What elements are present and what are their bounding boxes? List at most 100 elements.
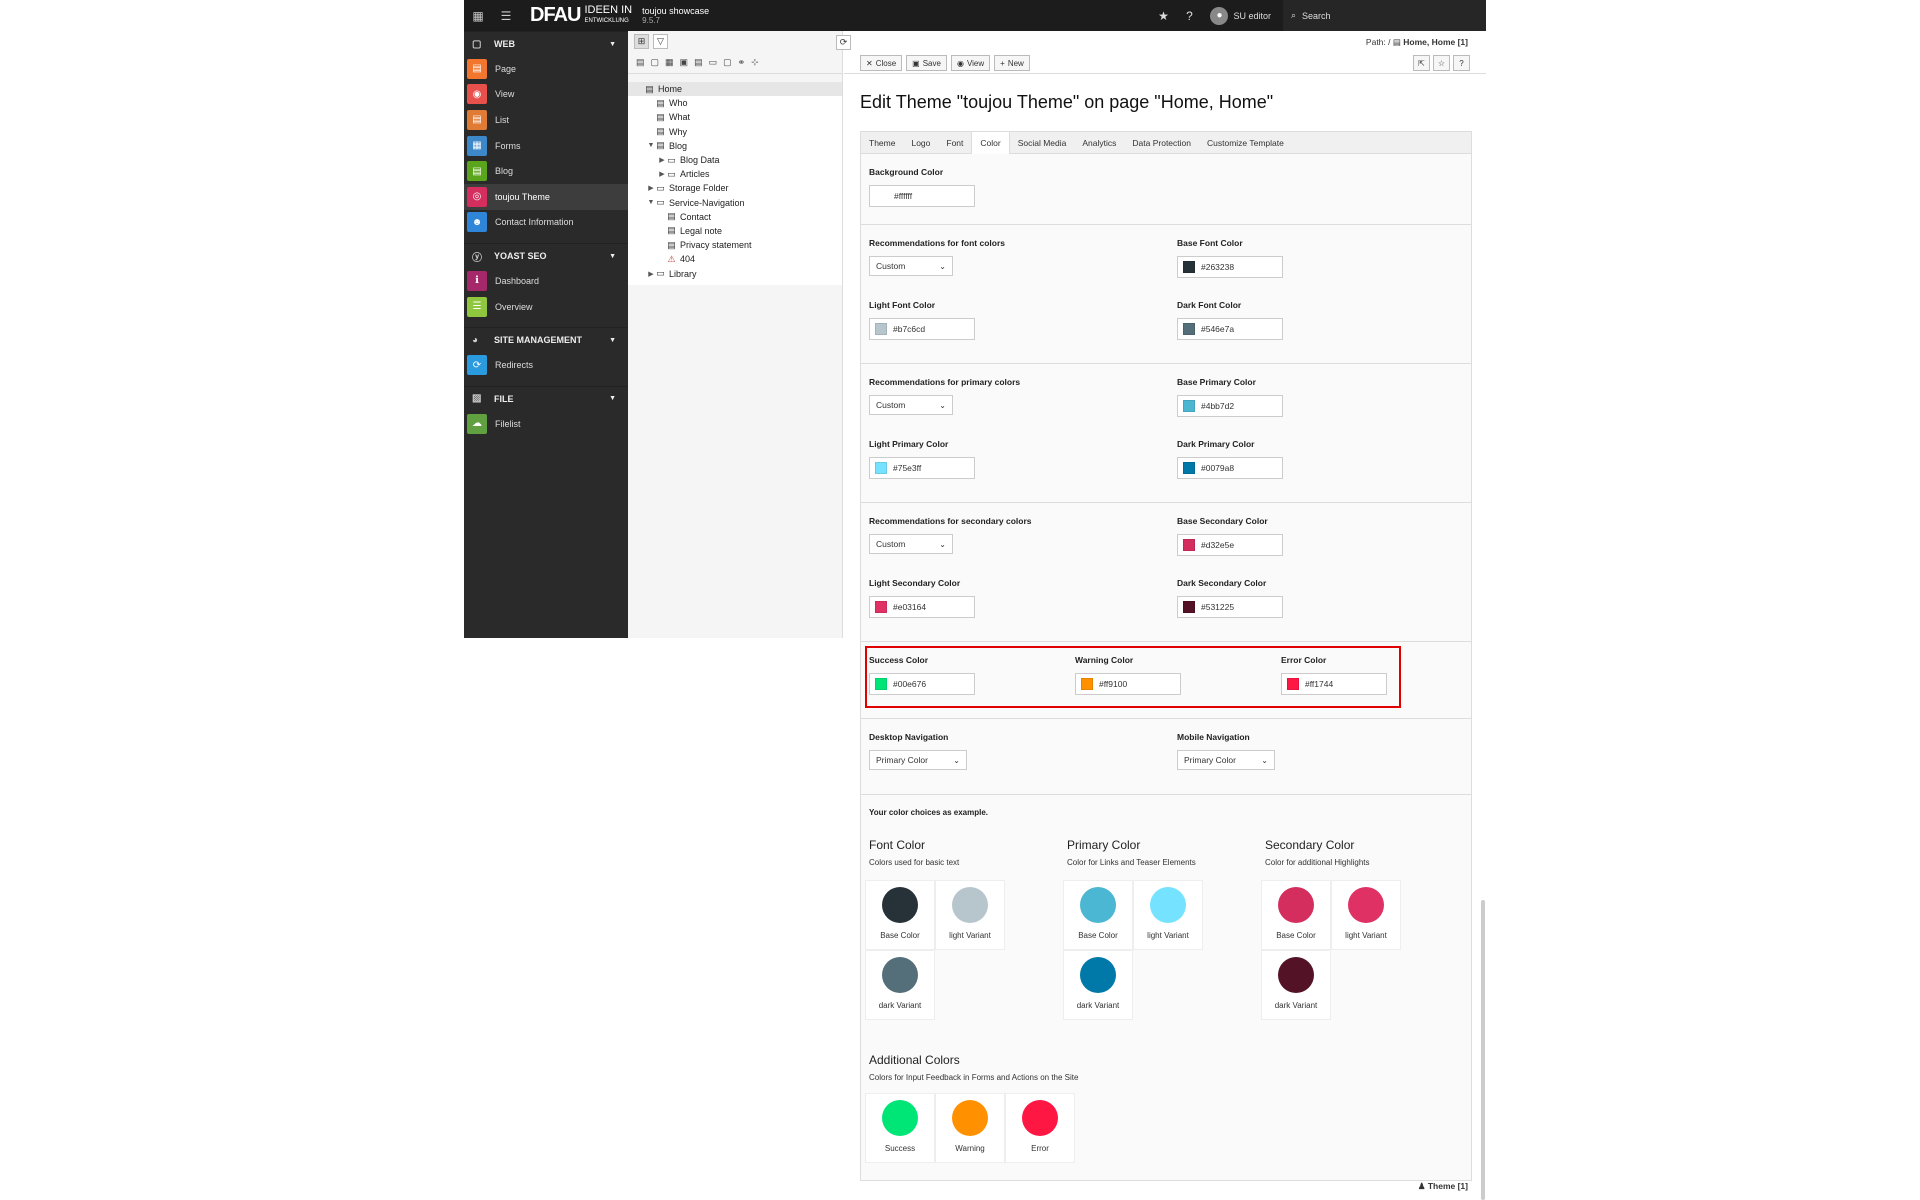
color-swatch[interactable]: [1287, 678, 1299, 690]
logo[interactable]: DFAU IDEEN IN ENTWICKLUNG: [530, 4, 632, 27]
warning-color-input[interactable]: #ff9100: [1075, 673, 1181, 695]
page-type-icon[interactable]: ▦: [665, 57, 674, 68]
open-new-window-icon[interactable]: ⇱: [1413, 55, 1430, 71]
page-type-icon[interactable]: ▢: [723, 57, 732, 68]
error-color-input[interactable]: #ff1744: [1281, 673, 1387, 695]
sidebar-item-contact-information[interactable]: ☻ Contact Information: [464, 210, 628, 236]
secondary-reco-select[interactable]: Custom ⌄: [869, 534, 953, 554]
scrollbar[interactable]: [1481, 900, 1485, 1200]
tree-node[interactable]: ▶ ▭ Articles: [628, 167, 842, 181]
filter-icon[interactable]: ▽: [653, 34, 668, 49]
tree-toggle-icon[interactable]: ▶: [658, 170, 666, 178]
sidebar-item-page[interactable]: ▤ Page: [464, 56, 628, 82]
page-type-icon[interactable]: ▤: [694, 57, 703, 68]
dark-secondary-color-input[interactable]: #531225: [1177, 596, 1283, 618]
sidebar-item-forms[interactable]: ▦ Forms: [464, 133, 628, 159]
new-page-tool-icon[interactable]: ⊞: [634, 34, 649, 49]
tree-toggle-icon[interactable]: ▼: [647, 199, 655, 206]
tree-node[interactable]: ▼ ▤ Blog: [628, 139, 842, 153]
light-font-color-input[interactable]: #b7c6cd: [869, 318, 975, 340]
dark-primary-color-input[interactable]: #0079a8: [1177, 457, 1283, 479]
sidebar-group-web[interactable]: ▢ WEB ▼: [464, 31, 628, 56]
tree-node[interactable]: ▤ Who: [628, 96, 842, 110]
color-swatch[interactable]: [1183, 539, 1195, 551]
sidebar-item-overview[interactable]: ☰ Overview: [464, 294, 628, 320]
refresh-icon[interactable]: ⟳: [836, 34, 851, 50]
sidebar-item-redirects[interactable]: ⟳ Redirects: [464, 352, 628, 378]
tree-node[interactable]: ▶ ▭ Library: [628, 266, 842, 280]
help-icon[interactable]: ?: [1176, 9, 1202, 23]
search-field[interactable]: ⌕ Search: [1283, 0, 1486, 31]
desktop-nav-select[interactable]: Primary Color ⌄: [869, 750, 967, 770]
new-button[interactable]: + New: [994, 55, 1030, 71]
tab-color[interactable]: Color: [971, 132, 1010, 154]
sidebar-item-toujou-theme[interactable]: ◎ toujou Theme: [464, 183, 628, 210]
color-swatch[interactable]: [875, 462, 887, 474]
view-button[interactable]: ◉ View: [950, 55, 991, 71]
tree-node[interactable]: ▤ Contact: [628, 210, 842, 224]
font-reco-select[interactable]: Custom ⌄: [869, 256, 953, 276]
color-swatch[interactable]: [1081, 678, 1093, 690]
page-type-icon[interactable]: ▣: [680, 57, 689, 68]
tree-node[interactable]: ▤ What: [628, 110, 842, 124]
tab-social-media[interactable]: Social Media: [1010, 132, 1075, 153]
save-button[interactable]: ▣ Save: [906, 55, 947, 71]
light-secondary-color-input[interactable]: #e03164: [869, 596, 975, 618]
color-swatch[interactable]: [1183, 400, 1195, 412]
sidebar-item-filelist[interactable]: ☁ Filelist: [464, 411, 628, 437]
tree-toggle-icon[interactable]: ▶: [658, 156, 666, 164]
tree-node[interactable]: ▶ ▭ Blog Data: [628, 153, 842, 167]
base-font-color-input[interactable]: #263238: [1177, 256, 1283, 278]
sidebar-group-site-management[interactable]: ◕ SITE MANAGEMENT ▼: [464, 327, 628, 352]
background-color-input[interactable]: #ffffff: [869, 185, 975, 207]
light-primary-color-input[interactable]: #75e3ff: [869, 457, 975, 479]
dark-font-color-input[interactable]: #546e7a: [1177, 318, 1283, 340]
base-primary-color-input[interactable]: #4bb7d2: [1177, 395, 1283, 417]
color-swatch[interactable]: [875, 678, 887, 690]
sidebar-item-list[interactable]: ▤ List: [464, 107, 628, 133]
user-name[interactable]: SU editor: [1233, 11, 1271, 21]
tree-toggle-icon[interactable]: ☰: [492, 0, 520, 31]
tab-analytics[interactable]: Analytics: [1074, 132, 1124, 153]
page-type-icon[interactable]: ▤: [636, 57, 645, 68]
primary-reco-select[interactable]: Custom ⌄: [869, 395, 953, 415]
sidebar-item-view[interactable]: ◉ View: [464, 82, 628, 108]
tree-node[interactable]: ▤ Privacy statement: [628, 238, 842, 252]
sidebar-item-dashboard[interactable]: ℹ Dashboard: [464, 268, 628, 294]
avatar[interactable]: ●: [1210, 6, 1229, 25]
color-swatch[interactable]: [875, 323, 887, 335]
color-swatch[interactable]: [1183, 261, 1195, 273]
module-menu-toggle-icon[interactable]: ▦: [464, 0, 492, 31]
color-swatch[interactable]: [1183, 601, 1195, 613]
base-secondary-color-input[interactable]: #d32e5e: [1177, 534, 1283, 556]
link-icon[interactable]: ⚭: [738, 57, 746, 68]
sidebar-group-file[interactable]: ▨ FILE ▼: [464, 385, 628, 411]
mobile-nav-select[interactable]: Primary Color ⌄: [1177, 750, 1275, 770]
tree-toggle-icon[interactable]: ▶: [647, 270, 655, 278]
tab-logo[interactable]: Logo: [903, 132, 938, 153]
page-type-icon[interactable]: ▭: [709, 57, 718, 68]
tree-toggle-icon[interactable]: ▶: [647, 184, 655, 192]
bookmark-icon[interactable]: ☆: [1433, 55, 1450, 71]
page-type-icon[interactable]: ▢: [651, 57, 660, 68]
color-swatch[interactable]: [1183, 462, 1195, 474]
bookmark-star-icon[interactable]: ★: [1150, 9, 1176, 23]
tree-node[interactable]: ▤ Legal note: [628, 224, 842, 238]
color-swatch[interactable]: [1183, 323, 1195, 335]
color-swatch[interactable]: [875, 601, 887, 613]
tab-data-protection[interactable]: Data Protection: [1124, 132, 1199, 153]
tree-node[interactable]: ▶ ▭ Storage Folder: [628, 181, 842, 195]
close-button[interactable]: ✕ Close: [860, 55, 903, 71]
tab-customize-template[interactable]: Customize Template: [1199, 132, 1292, 153]
tree-toggle-icon[interactable]: ▼: [647, 142, 655, 149]
tree-node[interactable]: ⚠ 404: [628, 252, 842, 266]
tab-theme[interactable]: Theme: [861, 132, 903, 153]
sidebar-group-yoast-seo[interactable]: ⓨ YOAST SEO ▼: [464, 243, 628, 268]
tree-node[interactable]: ▤ Why: [628, 125, 842, 139]
tree-node[interactable]: ▤ Home: [628, 82, 842, 97]
sidebar-item-blog[interactable]: ▤ Blog: [464, 158, 628, 184]
tab-font[interactable]: Font: [938, 132, 971, 153]
tree-node[interactable]: ▼ ▭ Service-Navigation: [628, 196, 842, 210]
divider-icon[interactable]: ⊹: [751, 57, 759, 68]
help-icon[interactable]: ?: [1453, 55, 1470, 71]
